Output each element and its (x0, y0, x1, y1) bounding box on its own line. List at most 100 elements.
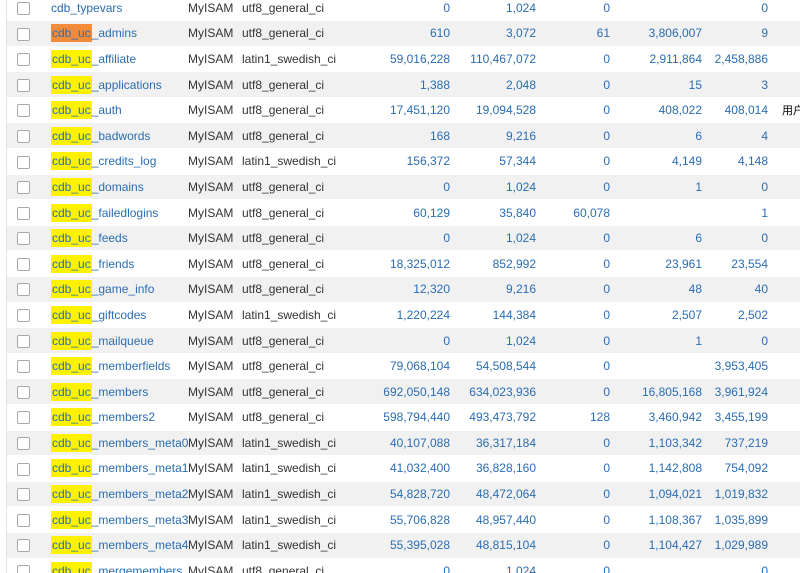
collation-cell: utf8_general_ci (242, 404, 342, 431)
index-length-cell: 48,957,440 (456, 506, 542, 533)
table-name-link[interactable]: cdb_uc_memberfields (51, 357, 170, 376)
row-checkbox[interactable] (17, 309, 30, 323)
search-highlight: cdb_uc (51, 305, 92, 324)
table-name-link[interactable]: cdb_uc_failedlogins (51, 203, 158, 222)
row-checkbox[interactable] (17, 206, 30, 220)
comment-cell (774, 0, 800, 22)
row-checkbox[interactable] (17, 437, 30, 451)
row-checkbox[interactable] (17, 411, 30, 425)
table-name-cell: cdb_uc_auth (51, 97, 188, 124)
table-name-link[interactable]: cdb_uc_domains (51, 177, 144, 196)
table-name-link[interactable]: cdb_uc_friends (51, 254, 134, 273)
row-checkbox[interactable] (17, 27, 30, 41)
auto-increment-cell: 0 (708, 558, 774, 573)
table-name-link[interactable]: cdb_uc_members2 (51, 408, 156, 427)
row-checkbox[interactable] (17, 257, 30, 271)
table-name-link[interactable]: cdb_uc_applications (51, 75, 162, 94)
table-name-link[interactable]: cdb_uc_badwords (51, 126, 150, 145)
table-name-link[interactable]: cdb_uc_giftcodes (51, 305, 146, 324)
table-name-link[interactable]: cdb_uc_game_info (51, 280, 155, 299)
row-checkbox[interactable] (17, 283, 30, 297)
rows-cell: 4,149 (616, 148, 708, 175)
auto-increment-cell: 2,458,886 (708, 46, 774, 73)
search-highlight: cdb_uc (51, 229, 92, 248)
overhead-cell: 0 (542, 430, 616, 457)
row-checkbox[interactable] (17, 53, 30, 67)
comment-cell (774, 225, 800, 252)
row-checkbox[interactable] (17, 334, 30, 348)
auto-increment-cell: 3,961,924 (708, 378, 774, 405)
row-checkbox[interactable] (17, 155, 30, 169)
index-length-cell: 1,024 (456, 225, 542, 252)
table-name-link[interactable]: cdb_typevars (51, 1, 122, 15)
overhead-cell: 0 (542, 122, 616, 150)
search-highlight: cdb_uc (51, 408, 92, 427)
collation-cell: latin1_swedish_ci (242, 148, 342, 175)
engine-cell: MyISAM (188, 378, 242, 405)
comment-cell (774, 199, 800, 226)
table-name-text: _auth (91, 103, 122, 118)
table-name-text: _game_info (91, 282, 155, 297)
table-name-cell: cdb_typevars (51, 0, 188, 22)
rows-cell: 1 (616, 327, 708, 354)
rows-cell: 48 (616, 276, 708, 303)
rows-cell (616, 353, 708, 380)
data-length-cell: 40,107,088 (342, 430, 456, 457)
data-length-cell: 1,388 (342, 71, 456, 98)
overhead-cell: 0 (542, 558, 616, 573)
table-name-cell: cdb_uc_credits_log (51, 148, 188, 175)
row-checkbox[interactable] (17, 462, 30, 476)
row-checkbox[interactable] (17, 385, 30, 399)
auto-increment-cell: 737,219 (708, 430, 774, 457)
row-checkbox[interactable] (17, 513, 30, 527)
data-length-cell: 0 (342, 327, 456, 354)
table-name-link[interactable]: cdb_uc_members_meta4 (51, 536, 188, 555)
table-name-link[interactable]: cdb_uc_members_meta3 (51, 510, 188, 529)
rows-cell: 15 (616, 71, 708, 98)
rows-cell (616, 558, 708, 573)
comment-cell (774, 276, 800, 303)
table-row: cdb_uc_members_meta0 MyISAM latin1_swedish… (7, 430, 800, 457)
table-name-cell: cdb_uc_members (51, 378, 188, 405)
auto-increment-cell: 408,014 (708, 97, 774, 124)
engine-cell: MyISAM (188, 199, 242, 226)
data-length-cell: 0 (342, 225, 456, 252)
table-name-link[interactable]: cdb_uc_affiliate (51, 49, 136, 68)
row-checkbox[interactable] (17, 181, 30, 195)
table-name-link[interactable]: cdb_uc_auth (51, 101, 122, 120)
row-checkbox[interactable] (17, 565, 30, 573)
row-checkbox[interactable] (17, 539, 30, 553)
table-row: cdb_uc_members2 MyISAM utf8_general_ci 598,… (7, 404, 800, 431)
table-row: cdb_uc_mergemembers MyISAM utf8_general_ci… (7, 558, 800, 573)
row-checkbox[interactable] (17, 104, 30, 118)
table-name-text: _members (91, 384, 149, 399)
table-name-text: _members_meta4 (91, 538, 188, 553)
row-checkbox[interactable] (17, 129, 30, 143)
auto-increment-cell: 4,148 (708, 148, 774, 175)
row-select-cell (7, 250, 51, 278)
row-checkbox[interactable] (17, 488, 30, 502)
table-name-link[interactable]: cdb_uc_credits_log (51, 152, 156, 171)
row-checkbox[interactable] (17, 360, 30, 374)
row-checkbox[interactable] (17, 232, 30, 246)
table-name-link[interactable]: cdb_uc_members_meta0 (51, 433, 188, 452)
table-row: cdb_uc_memberfields MyISAM utf8_general_ci… (7, 353, 800, 380)
data-length-cell: 692,050,148 (342, 378, 456, 405)
data-length-cell: 55,706,828 (342, 506, 456, 533)
rows-cell: 1,103,342 (616, 430, 708, 457)
table-name-link[interactable]: cdb_uc_admins (51, 24, 137, 43)
table-name-link[interactable]: cdb_uc_mergemembers (51, 561, 182, 573)
table-row: cdb_uc_mailqueue MyISAM utf8_general_ci 0 1,… (7, 327, 800, 354)
table-name-link[interactable]: cdb_uc_mailqueue (51, 331, 154, 350)
table-name-link[interactable]: cdb_uc_members (51, 382, 149, 401)
table-name-link[interactable]: cdb_uc_members_meta2 (51, 485, 188, 504)
table-name-cell: cdb_uc_friends (51, 250, 188, 278)
row-checkbox[interactable] (17, 1, 30, 15)
engine-cell: MyISAM (188, 20, 242, 47)
search-highlight: cdb_uc (51, 382, 92, 401)
table-row: cdb_uc_game_info MyISAM utf8_general_ci 12,… (7, 276, 800, 303)
row-checkbox[interactable] (17, 78, 30, 92)
table-name-link[interactable]: cdb_uc_feeds (51, 229, 128, 248)
table-name-link[interactable]: cdb_uc_members_meta1 (51, 459, 188, 478)
table-name-text: _members2 (91, 410, 156, 425)
